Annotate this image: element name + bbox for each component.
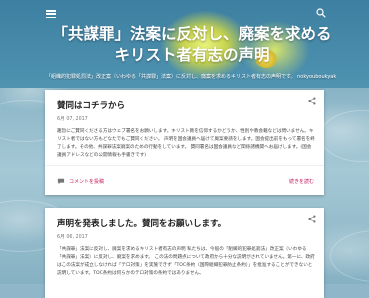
blog-header: 「共謀罪」法案に反対し、廃案を求めるキリスト者有志の声明 「組織的犯罪処罰法」改… <box>0 0 369 88</box>
share-icon[interactable] <box>308 215 316 223</box>
post-date[interactable]: 6月 07, 2017 <box>57 115 88 122</box>
post-title[interactable]: 賛同はコチラから <box>57 99 125 111</box>
comment-icon[interactable] <box>57 178 65 185</box>
blog-title[interactable]: 「共謀罪」法案に反対し、廃案を求めるキリスト者有志の声明 <box>52 24 332 66</box>
post-card: 賛同はコチラから 6月 07, 2017 趣旨にご賛同くださる方はウェブ署名をお… <box>45 90 324 195</box>
post-snippet: 「共謀罪」法案に反対し、廃案を求めるキリスト者有志の声明 私たちは、今般の「組織… <box>57 247 315 276</box>
post-comment-link[interactable]: コメントを投稿 <box>69 178 104 185</box>
read-more-link[interactable]: 続きを読む <box>289 178 314 185</box>
post-title[interactable]: 声明を発表しました。賛同をお願いします。 <box>57 217 226 229</box>
blog-description: 「組織的犯罪処罰法」改正案（いわゆる「共謀罪」法案）に反対し、廃案を求めるキリス… <box>46 74 336 80</box>
search-icon[interactable] <box>316 8 326 18</box>
divider <box>45 165 324 166</box>
post-date[interactable]: 6月 06, 2017 <box>57 233 88 240</box>
menu-icon[interactable] <box>46 10 56 19</box>
share-icon[interactable] <box>308 97 316 105</box>
post-card: 声明を発表しました。賛同をお願いします。 6月 06, 2017 「共謀罪」法案… <box>45 208 324 298</box>
post-snippet: 趣旨にご賛同くださる方はウェブ署名をお願いします。キリスト教を信仰するかどうか、… <box>57 129 315 158</box>
